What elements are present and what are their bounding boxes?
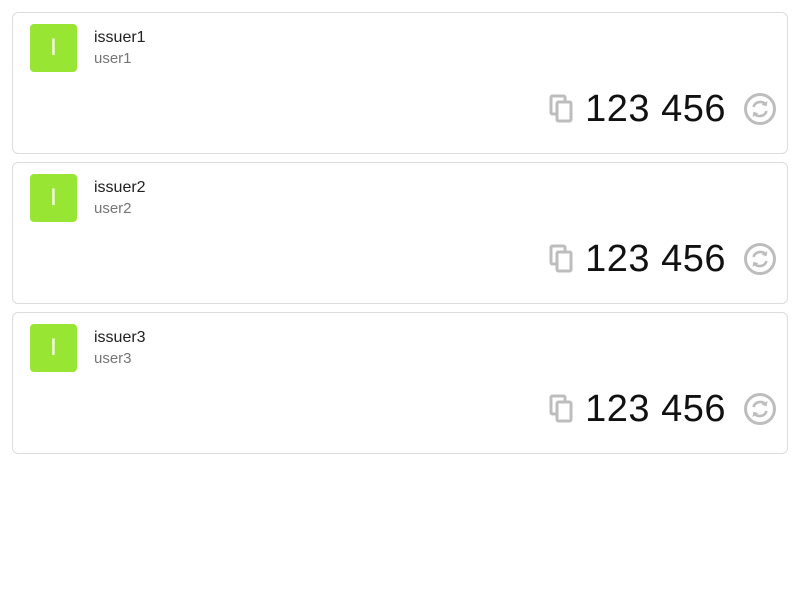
refresh-icon[interactable] [743,392,777,426]
otp-code[interactable]: 123 456 [585,235,726,283]
code-row: 123 456 [549,85,777,133]
account-card[interactable]: I issuer1 user1 123 456 [12,12,788,154]
account-name: user1 [94,50,132,67]
issuer-avatar: I [30,174,77,222]
account-name: user2 [94,200,132,217]
account-card[interactable]: I issuer2 user2 123 456 [12,162,788,304]
issuer-name: issuer3 [94,329,146,346]
code-row: 123 456 [549,235,777,283]
otp-code[interactable]: 123 456 [585,385,726,433]
copy-icon[interactable] [549,244,575,274]
otp-code[interactable]: 123 456 [585,85,726,133]
account-name: user3 [94,350,132,367]
account-card[interactable]: I issuer3 user3 123 456 [12,312,788,454]
issuer-name: issuer1 [94,29,146,46]
account-list: I issuer1 user1 123 456 I issuer2 user2 … [12,12,788,462]
issuer-avatar: I [30,324,77,372]
issuer-name: issuer2 [94,179,146,196]
refresh-icon[interactable] [743,242,777,276]
issuer-avatar: I [30,24,77,72]
copy-icon[interactable] [549,394,575,424]
code-row: 123 456 [549,385,777,433]
copy-icon[interactable] [549,94,575,124]
refresh-icon[interactable] [743,92,777,126]
